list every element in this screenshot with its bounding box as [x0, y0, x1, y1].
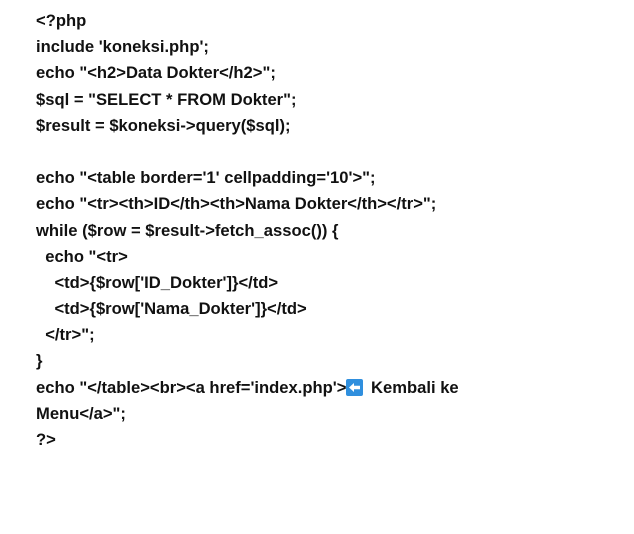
code-line-5: $result = $koneksi->query($sql);	[36, 115, 291, 135]
code-line-2: include 'koneksi.php';	[36, 37, 209, 57]
code-line-back-continued: Menu</a>";	[36, 403, 126, 423]
code-line-6-blank	[36, 139, 634, 165]
code-line-10: echo "<tr>	[36, 246, 128, 266]
code-line-4: $sql = "SELECT * FROM Dokter";	[36, 89, 297, 109]
code-line-14: }	[36, 351, 43, 371]
left-arrow-icon	[346, 378, 364, 396]
code-line-9: while ($row = $result->fetch_assoc()) {	[36, 220, 339, 240]
code-line-11: <td>{$row['ID_Dokter']}</td>	[36, 272, 279, 292]
code-line-7: echo "<table border='1' cellpadding='10'…	[36, 168, 376, 188]
code-line-back-link: echo "</table><br><a href='index.php'> K…	[36, 375, 634, 401]
code-line-8: echo "<tr><th>ID</th><th>Nama Dokter</th…	[36, 194, 437, 214]
code-line-closing-tag: ?>	[36, 430, 56, 449]
code-line-12: <td>{$row['Nama_Dokter']}</td>	[36, 299, 307, 319]
code-line-1: <?php	[36, 11, 87, 30]
code-line-3: echo "<h2>Data Dokter</h2>";	[36, 63, 276, 83]
code-line-13: </tr>";	[36, 325, 95, 345]
code-block: <?php include 'koneksi.php'; echo "<h2>D…	[0, 8, 634, 453]
back-line-suffix: Kembali ke	[366, 377, 459, 397]
back-line-prefix: echo "</table><br><a href='index.php'>	[36, 377, 347, 397]
